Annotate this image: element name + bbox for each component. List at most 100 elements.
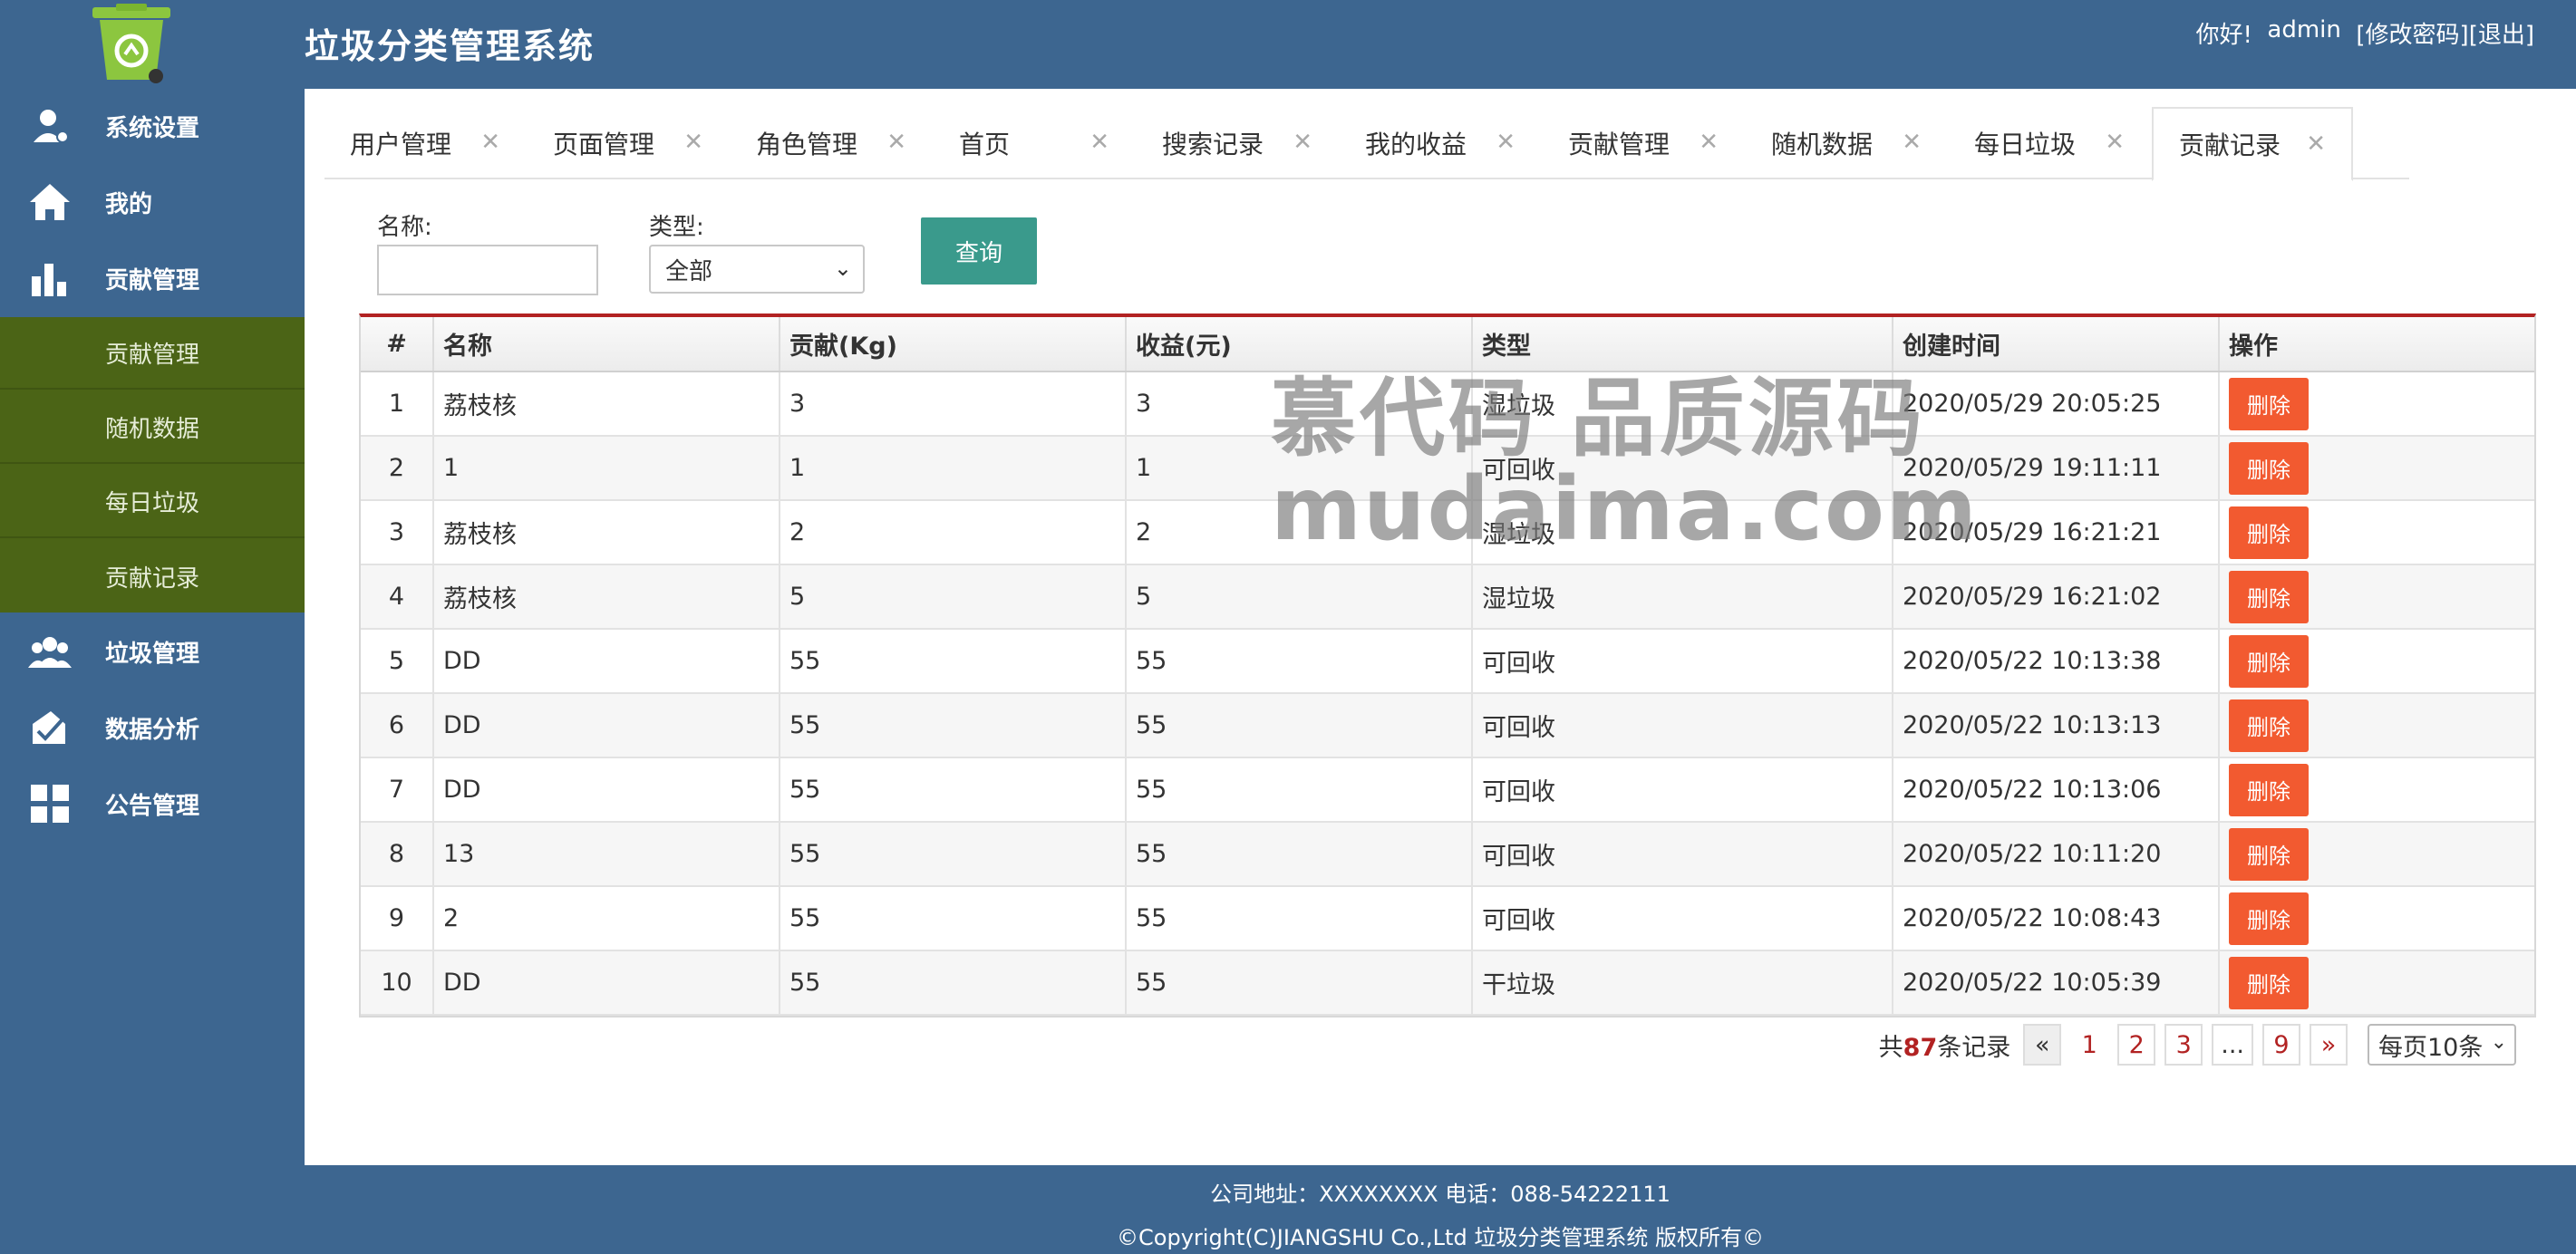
table-row: 1 荔枝核 3 3 湿垃圾 2020/05/29 20:05:25 删除 (361, 371, 2534, 437)
table-cell: 55 (1126, 886, 1473, 951)
app-title: 垃圾分类管理系统 (305, 26, 596, 66)
delete-button[interactable]: 删除 (2229, 956, 2309, 1009)
page-button[interactable]: 9 (2262, 1024, 2300, 1066)
total-prefix: 共 (1878, 1033, 1903, 1062)
tab[interactable]: 我的收益 ✕ (1340, 107, 1541, 179)
close-icon[interactable]: ✕ (1902, 129, 1922, 156)
table-cell: 55 (780, 693, 1127, 758)
tab[interactable]: 角色管理 ✕ (731, 107, 932, 179)
sidebar-item-announcement[interactable]: 公告管理 (0, 767, 305, 841)
table-cell: 2020/05/29 20:05:25 (1893, 371, 2220, 437)
delete-button[interactable]: 删除 (2229, 377, 2309, 430)
delete-button[interactable]: 删除 (2229, 441, 2309, 495)
greeting: 你好! (2195, 22, 2252, 49)
delete-button[interactable]: 删除 (2229, 699, 2309, 752)
sidebar-item-contribution[interactable]: 贡献管理 (0, 241, 305, 315)
table-row: 9 2 55 55 可回收 2020/05/22 10:08:43 删除 (361, 886, 2534, 951)
tab-label: 每日垃圾 (1974, 130, 2077, 159)
close-icon[interactable]: ✕ (1293, 129, 1312, 156)
submenu-item-label: 每日垃圾 (105, 489, 200, 517)
tab[interactable]: 页面管理 ✕ (528, 107, 729, 179)
table-cell: 1 (361, 371, 434, 437)
tab[interactable]: 贡献记录 ✕ (2152, 107, 2353, 181)
delete-button[interactable]: 删除 (2229, 763, 2309, 816)
footer-address: 公司地址：XXXXXXXX 电话：088-54222111 (1210, 1182, 1671, 1207)
tab-label: 搜索记录 (1162, 130, 1264, 159)
tab[interactable]: 随机数据 ✕ (1746, 107, 1947, 179)
action-cell: 删除 (2219, 564, 2534, 630)
pagination: 共87条记录 « 1 2 3 ... 9 » 每页10条 ⌄ (1879, 1024, 2516, 1066)
grid-icon (27, 781, 73, 826)
action-cell: 删除 (2219, 371, 2534, 437)
table-row: 10 DD 55 55 干垃圾 2020/05/22 10:05:39 删除 (361, 950, 2534, 1016)
next-page-button[interactable]: » (2310, 1024, 2348, 1066)
total-records: 共87条记录 (1879, 1027, 2011, 1063)
delete-button[interactable]: 删除 (2229, 634, 2309, 688)
total-suffix: 条记录 (1937, 1033, 2011, 1062)
table-cell: 荔枝核 (433, 500, 780, 565)
submenu-item-contribution-manage[interactable]: 贡献管理 (0, 317, 305, 390)
table-cell: 2020/05/22 10:13:13 (1893, 693, 2220, 758)
close-icon[interactable]: ✕ (1089, 129, 1109, 156)
submenu-item-contribution-record[interactable]: 贡献记录 (0, 540, 305, 613)
action-cell: 删除 (2219, 436, 2534, 501)
prev-page-button[interactable]: « (2023, 1024, 2062, 1066)
tab[interactable]: 贡献管理 ✕ (1543, 107, 1744, 179)
page-button[interactable]: 3 (2164, 1024, 2203, 1066)
table-cell: 3 (780, 371, 1127, 437)
table-cell: 2020/05/22 10:11:20 (1893, 822, 2220, 887)
tab[interactable]: 搜索记录 ✕ (1137, 107, 1338, 179)
query-button[interactable]: 查询 (921, 217, 1037, 285)
submenu-item-daily-garbage[interactable]: 每日垃圾 (0, 466, 305, 538)
sidebar-item-mine[interactable]: 我的 (0, 165, 305, 239)
column-header: 类型 (1472, 317, 1893, 372)
sidebar-item-data-analysis[interactable]: 数据分析 (0, 690, 305, 765)
delete-button[interactable]: 删除 (2229, 827, 2309, 881)
page-size-select[interactable]: 每页10条 ⌄ (2368, 1024, 2516, 1066)
table-cell: 55 (1126, 757, 1473, 823)
chevron-down-icon: ⌄ (833, 256, 852, 281)
sidebar-item-label: 系统设置 (105, 114, 200, 142)
logout-link[interactable]: [退出] (2469, 16, 2534, 50)
close-icon[interactable]: ✕ (1496, 129, 1516, 156)
tab[interactable]: 首页 ✕ (934, 107, 1135, 179)
delete-button[interactable]: 删除 (2229, 570, 2309, 623)
user-gear-icon (27, 103, 73, 149)
table-cell: 湿垃圾 (1472, 500, 1893, 565)
tab-label: 角色管理 (756, 130, 858, 159)
close-icon[interactable]: ✕ (886, 129, 906, 156)
table-cell: 2020/05/22 10:08:43 (1893, 886, 2220, 951)
sidebar-item-label: 数据分析 (105, 716, 200, 744)
submenu-item-random-data[interactable]: 随机数据 (0, 391, 305, 464)
footer-left-fill (0, 1165, 305, 1254)
table-cell: 55 (780, 886, 1127, 951)
sidebar-item-system-settings[interactable]: 系统设置 (0, 89, 305, 163)
table-cell: 10 (361, 950, 434, 1016)
page-button[interactable]: 2 (2117, 1024, 2156, 1066)
footer-copyright: ©Copyright(C)JIANGSHU Co.,Ltd 垃圾分类管理系统 版… (1117, 1225, 1764, 1250)
tab[interactable]: 用户管理 ✕ (324, 107, 526, 179)
close-icon[interactable]: ✕ (683, 129, 703, 156)
sidebar-item-garbage-manage[interactable]: 垃圾管理 (0, 614, 305, 689)
table-cell: 2020/05/29 16:21:02 (1893, 564, 2220, 630)
close-icon[interactable]: ✕ (480, 129, 500, 156)
contribution-submenu: 贡献管理 随机数据 每日垃圾 贡献记录 (0, 317, 305, 613)
table-cell: 2 (1126, 500, 1473, 565)
name-input[interactable] (377, 245, 598, 295)
close-icon[interactable]: ✕ (2105, 129, 2125, 156)
tab[interactable]: 每日垃圾 ✕ (1949, 107, 2150, 179)
close-icon[interactable]: ✕ (1699, 129, 1719, 156)
delete-button[interactable]: 删除 (2229, 892, 2309, 945)
page-button[interactable]: 1 (2070, 1024, 2109, 1066)
change-password-link[interactable]: [修改密码] (2356, 16, 2468, 50)
type-select[interactable]: 全部 ⌄ (649, 245, 865, 294)
table-cell: 可回收 (1472, 822, 1893, 887)
tab-label: 我的收益 (1365, 130, 1467, 159)
table-cell: 可回收 (1472, 757, 1893, 823)
page-ellipsis: ... (2212, 1024, 2253, 1066)
action-cell: 删除 (2219, 757, 2534, 823)
close-icon[interactable]: ✕ (2306, 130, 2326, 158)
action-cell: 删除 (2219, 693, 2534, 758)
main-content: 用户管理 ✕ 页面管理 ✕ 角色管理 ✕ 首页 ✕ 搜索记录 ✕ 我的收益 ✕ 贡献管理 ✕ 随机数据 ✕ 每日… (305, 89, 2576, 1165)
delete-button[interactable]: 删除 (2229, 506, 2309, 559)
